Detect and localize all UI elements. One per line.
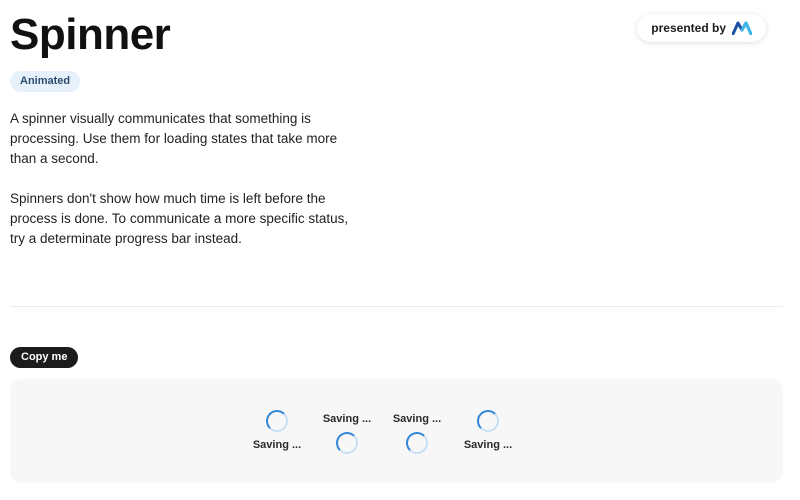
spinner-label: Saving ... [322,413,372,425]
spinner-icon [477,410,499,432]
spinner-doc-page: Spinner Animated presented by A spinner … [0,0,800,500]
spinner-label: Saving ... [463,439,513,451]
spinner-demo-panel: Saving ... Saving ... Saving ... Saving … [10,379,783,483]
spinner-example-3: Saving ... [377,412,457,454]
presented-by-label: presented by [651,21,726,35]
section-divider [10,306,783,307]
spinner-example-4: Saving ... [448,410,528,452]
description-paragraph-2: Spinners don't show how much time is lef… [10,191,349,246]
spinner-example-2: Saving ... [307,412,387,454]
spinner-example-1: Saving ... [237,410,317,452]
spinner-label: Saving ... [392,413,442,425]
brand-logo-icon [732,21,752,35]
description-paragraph-1: A spinner visually communicates that som… [10,111,338,166]
spinner-icon [336,432,358,454]
page-title: Spinner [10,10,171,59]
description: A spinner visually communicates that som… [10,109,350,269]
presented-by-badge[interactable]: presented by [637,14,766,42]
spinner-icon [406,432,428,454]
animated-tag: Animated [10,71,81,92]
copy-me-button[interactable]: Copy me [10,347,79,368]
spinner-icon [266,410,288,432]
spinner-label: Saving ... [252,439,302,451]
